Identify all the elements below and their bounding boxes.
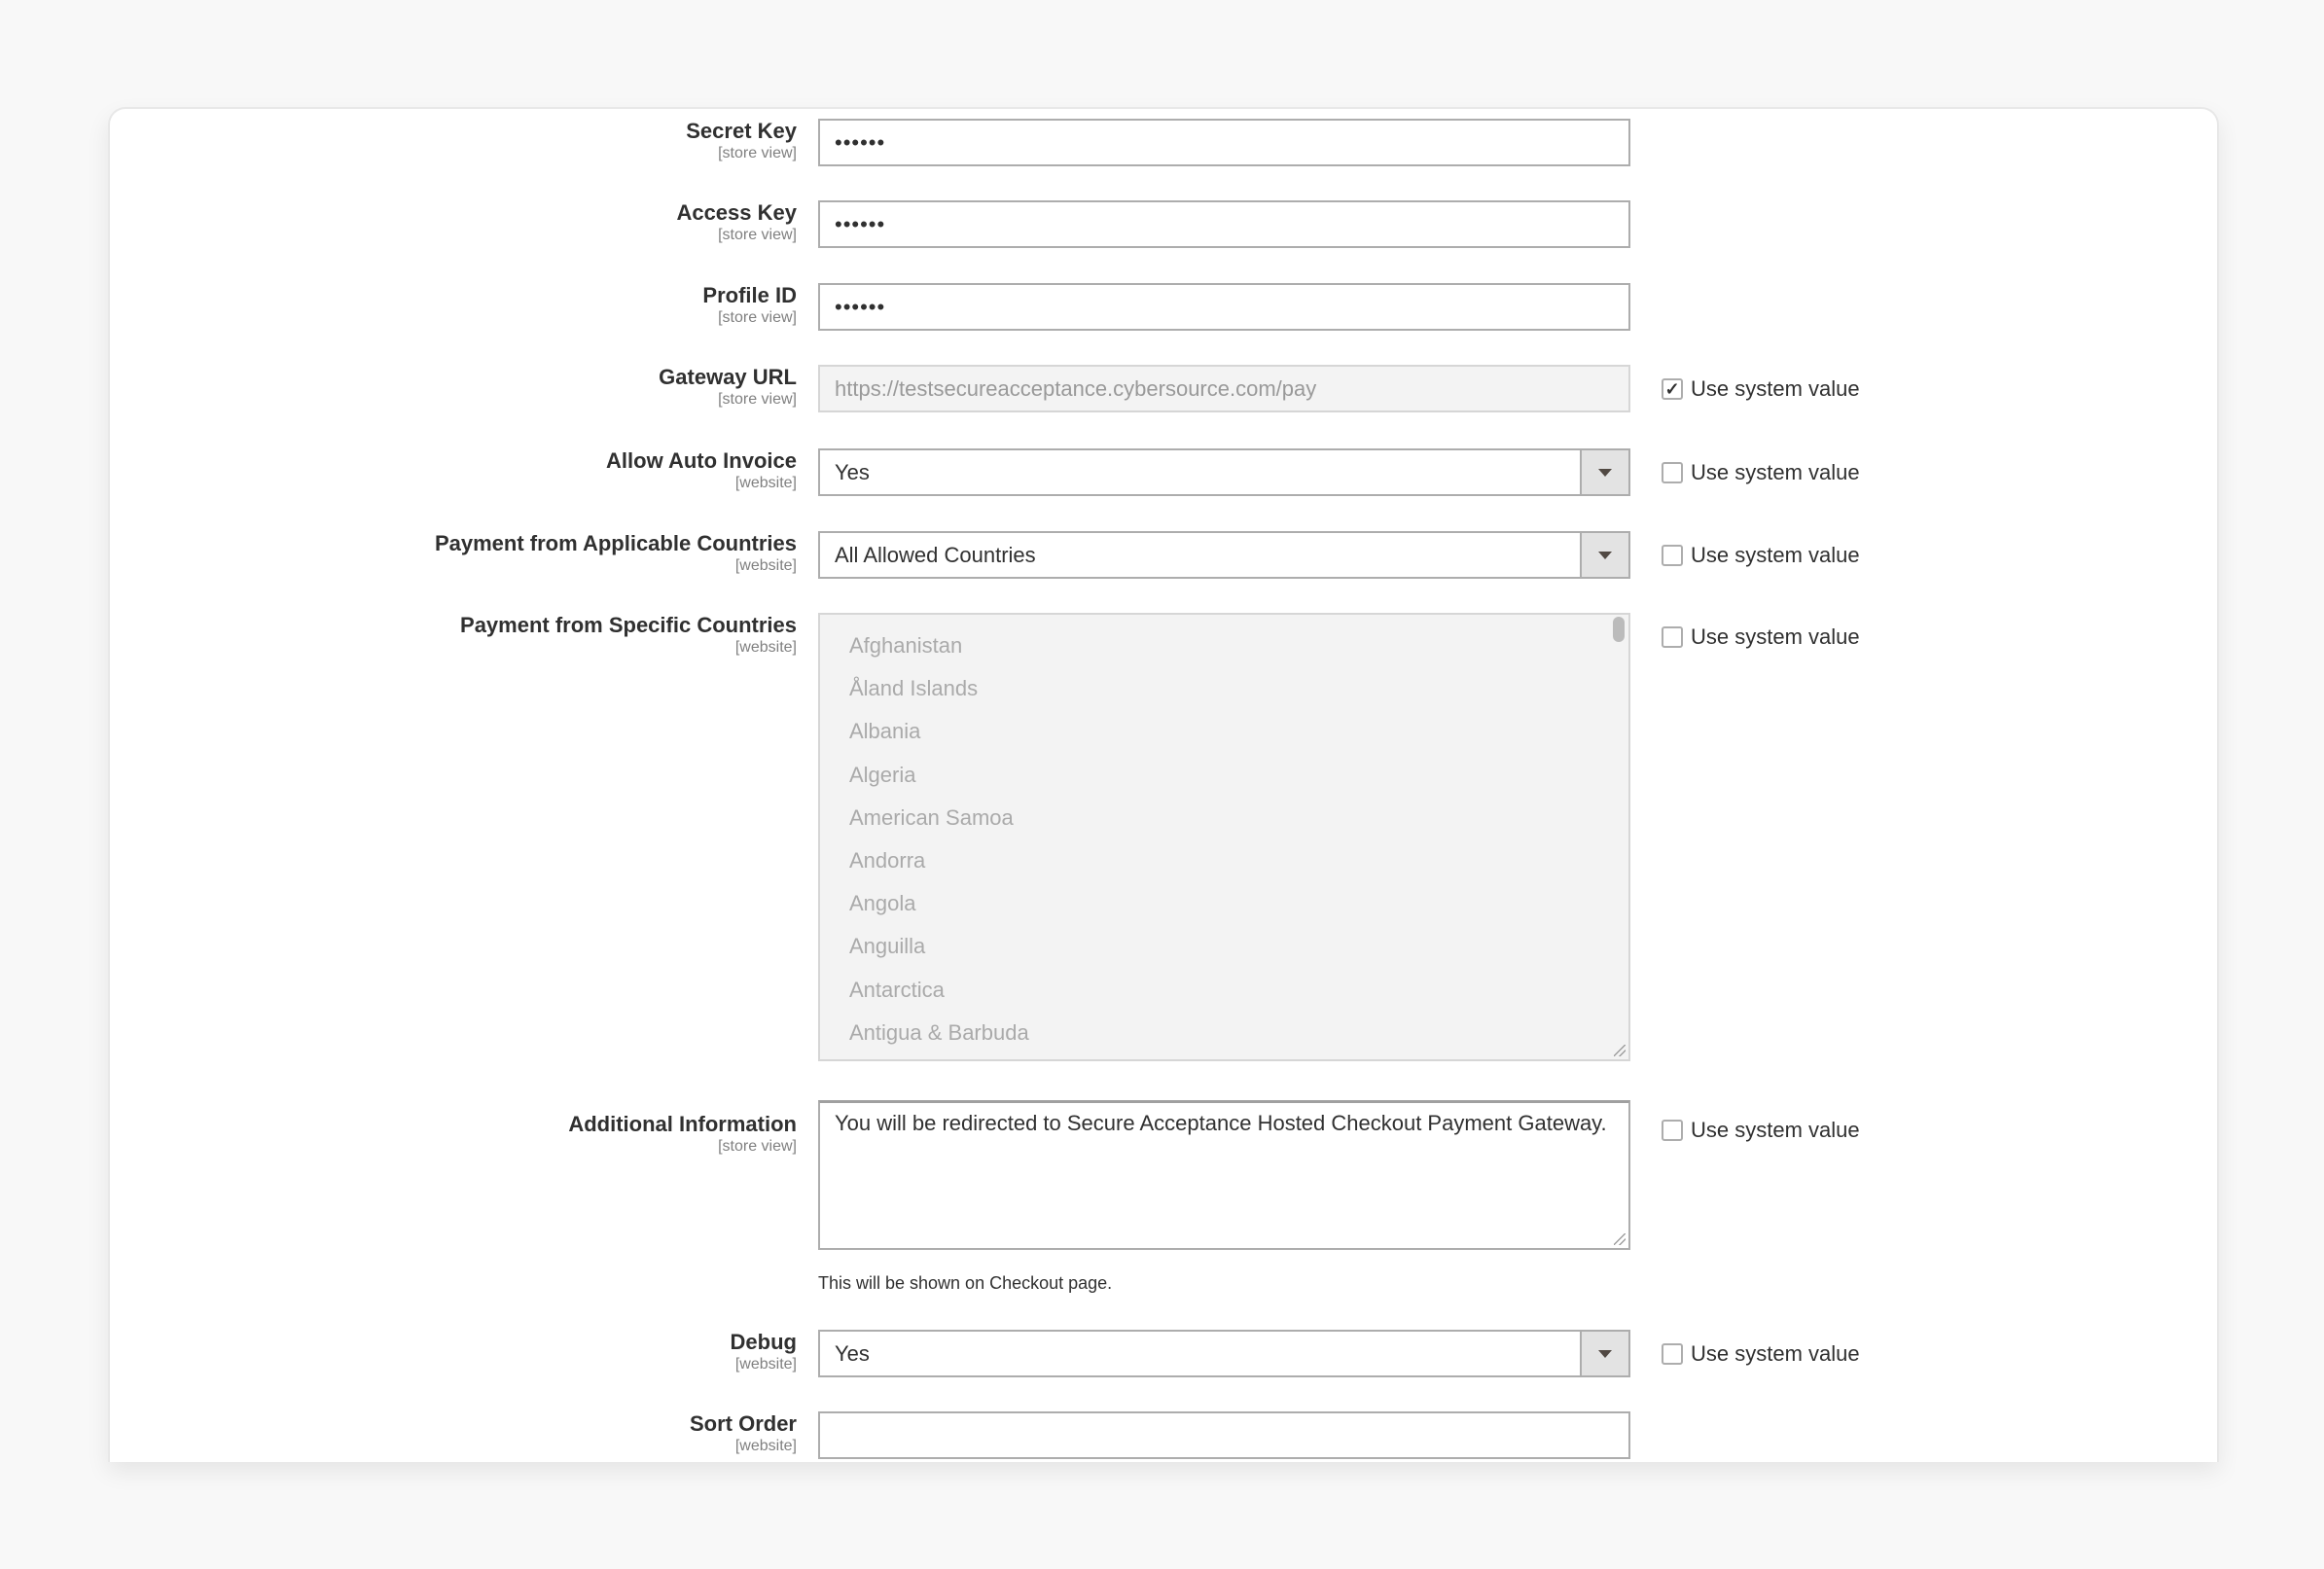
payment-config-card: Secret Key [store view] •••••• Access Ke…: [108, 107, 2219, 1462]
country-option[interactable]: Anguilla: [820, 925, 1628, 968]
use-system-value-label: Use system value: [1691, 375, 1860, 401]
resize-handle-icon[interactable]: [1614, 1233, 1626, 1245]
field-label: Sort Order [website]: [213, 1411, 797, 1456]
checkbox-checked[interactable]: ✓: [1662, 377, 1683, 400]
field-label: Allow Auto Invoice [website]: [213, 448, 797, 493]
label-scope: [store view]: [718, 145, 797, 161]
label-scope: [website]: [734, 475, 797, 491]
label-title: Sort Order: [689, 1411, 797, 1436]
label-scope: [store view]: [718, 309, 797, 326]
use-system-value-gateway-url[interactable]: ✓ Use system value: [1662, 365, 1860, 412]
label-title: Payment from Applicable Countries: [434, 531, 797, 555]
use-system-value-additional-information[interactable]: Use system value: [1662, 1106, 1860, 1154]
label-title: Profile ID: [702, 283, 797, 307]
label-scope: [website]: [734, 1438, 797, 1454]
label-scope: [website]: [734, 1356, 797, 1373]
use-system-value-debug[interactable]: Use system value: [1662, 1330, 1860, 1377]
label-title: Debug: [730, 1330, 797, 1354]
gateway-url-input[interactable]: https://testsecureacceptance.cybersource…: [818, 365, 1630, 412]
label-scope: [store view]: [718, 391, 797, 408]
field-label: Gateway URL [store view]: [213, 365, 797, 410]
label-scope: [store view]: [718, 1138, 797, 1155]
label-title: Additional Information: [568, 1112, 797, 1136]
country-option[interactable]: Andorra: [820, 839, 1628, 882]
field-label: Debug [website]: [213, 1330, 797, 1374]
dropdown-arrow-icon[interactable]: [1580, 533, 1628, 577]
checkbox-unchecked[interactable]: [1662, 1342, 1683, 1365]
country-option[interactable]: Antigua & Barbuda: [820, 1012, 1628, 1054]
use-system-value-label: Use system value: [1691, 1117, 1860, 1142]
allow-auto-invoice-select[interactable]: Yes: [818, 448, 1630, 496]
label-title: Payment from Specific Countries: [460, 613, 797, 637]
checkbox-unchecked[interactable]: [1662, 625, 1683, 648]
field-label: Secret Key [store view]: [213, 119, 797, 163]
country-option[interactable]: Algeria: [820, 754, 1628, 797]
country-option[interactable]: Åland Islands: [820, 667, 1628, 710]
label-scope: [website]: [734, 639, 797, 656]
applicable-countries-select[interactable]: All Allowed Countries: [818, 531, 1630, 579]
checkbox-unchecked[interactable]: [1662, 544, 1683, 566]
dropdown-arrow-icon[interactable]: [1580, 1332, 1628, 1375]
scrollbar-thumb[interactable]: [1613, 617, 1625, 642]
select-value: All Allowed Countries: [835, 542, 1036, 567]
resize-handle-icon[interactable]: [1614, 1045, 1626, 1056]
sort-order-input[interactable]: [818, 1411, 1630, 1459]
country-option[interactable]: American Samoa: [820, 797, 1628, 839]
select-value: Yes: [835, 1340, 870, 1366]
profile-id-input[interactable]: ••••••: [818, 283, 1630, 331]
label-title: Secret Key: [686, 119, 797, 143]
use-system-value-label: Use system value: [1691, 624, 1860, 649]
label-scope: [store view]: [718, 227, 797, 243]
secret-key-input[interactable]: ••••••: [818, 119, 1630, 166]
use-system-value-label: Use system value: [1691, 542, 1860, 567]
country-option[interactable]: Afghanistan: [820, 624, 1628, 667]
label-title: Allow Auto Invoice: [606, 448, 797, 473]
use-system-value-applicable-countries[interactable]: Use system value: [1662, 531, 1860, 579]
field-label: Profile ID [store view]: [213, 283, 797, 328]
field-label: Payment from Applicable Countries [websi…: [213, 531, 797, 576]
checkbox-unchecked[interactable]: [1662, 1119, 1683, 1141]
field-label: Payment from Specific Countries [website…: [213, 613, 797, 658]
checkmark-icon: ✓: [1664, 378, 1680, 399]
country-option[interactable]: Albania: [820, 710, 1628, 753]
additional-information-textarea[interactable]: You will be redirected to Secure Accepta…: [818, 1100, 1630, 1250]
specific-countries-multiselect[interactable]: Afghanistan Åland Islands Albania Algeri…: [818, 613, 1630, 1061]
country-option[interactable]: Antarctica: [820, 969, 1628, 1012]
country-option[interactable]: Angola: [820, 882, 1628, 925]
label-title: Gateway URL: [659, 365, 797, 389]
textarea-value: You will be redirected to Secure Accepta…: [835, 1111, 1607, 1135]
use-system-value-label: Use system value: [1691, 1340, 1860, 1366]
select-value: Yes: [835, 459, 870, 484]
field-label: Additional Information [store view]: [213, 1112, 797, 1157]
label-title: Access Key: [676, 200, 797, 225]
access-key-input[interactable]: ••••••: [818, 200, 1630, 248]
field-label: Access Key [store view]: [213, 200, 797, 245]
debug-select[interactable]: Yes: [818, 1330, 1630, 1377]
dropdown-arrow-icon[interactable]: [1580, 450, 1628, 494]
field-note: This will be shown on Checkout page.: [818, 1273, 1113, 1293]
checkbox-unchecked[interactable]: [1662, 461, 1683, 483]
use-system-value-specific-countries[interactable]: Use system value: [1662, 613, 1860, 660]
use-system-value-label: Use system value: [1691, 459, 1860, 484]
label-scope: [website]: [734, 557, 797, 574]
use-system-value-allow-auto-invoice[interactable]: Use system value: [1662, 448, 1860, 496]
